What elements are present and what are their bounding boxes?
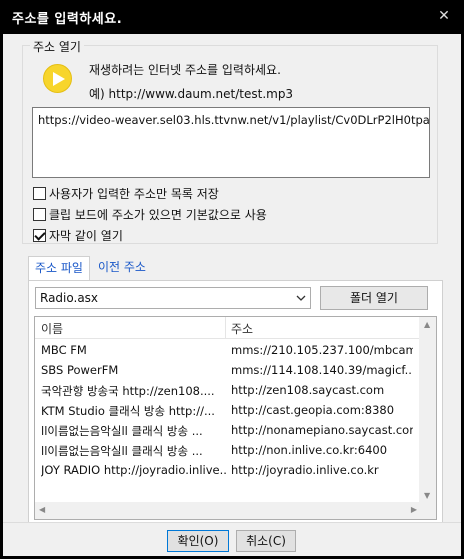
item-name: KTM Studio 클래식 방송 http://...: [41, 404, 215, 418]
item-address: http://nonamepiano.saycast.com: [231, 423, 413, 437]
item-name: SBS PowerFM: [41, 363, 119, 377]
scroll-down-icon[interactable]: ▼: [424, 491, 430, 500]
list-item[interactable]: 국악관향 방송국 http://zen108.... http://zen108…: [35, 380, 415, 400]
column-header-address[interactable]: 주소: [231, 320, 253, 337]
checkbox-label: 자막 같이 열기: [49, 228, 123, 243]
item-address: mms://114.108.140.39/magicf...: [231, 363, 413, 377]
vertical-scrollbar[interactable]: ▲ ▼: [419, 317, 436, 503]
list-header: 이름 주소: [35, 317, 436, 339]
cancel-button[interactable]: 취소(C): [236, 530, 296, 552]
tab-address-file[interactable]: 주소 파일: [28, 256, 90, 281]
scroll-right-icon[interactable]: ▶: [411, 505, 417, 514]
url-input-value: https://video-weaver.sel03.hls.ttvnw.net…: [38, 113, 430, 127]
item-name: ll이름없는음악실ll 클래식 방송 ...: [41, 424, 203, 438]
horizontal-scrollbar[interactable]: ◀ ▶: [35, 502, 421, 519]
list-item[interactable]: ll이름없는음악실ll 클래식 방송 ... http://non.inlive…: [35, 440, 415, 460]
list-item[interactable]: KTM Studio 클래식 방송 http://... http://cast…: [35, 400, 415, 420]
file-select-value: Radio.asx: [40, 291, 99, 305]
close-button[interactable]: ✕: [424, 0, 464, 34]
save-user-only-checkbox[interactable]: 사용자가 입력한 주소만 목록 저장: [33, 185, 219, 201]
chevron-down-icon[interactable]: [296, 292, 306, 307]
item-name: JOY RADIO http://joyradio.inlive...: [41, 463, 227, 477]
address-file-panel: Radio.asx 폴더 열기 이름 주소 MBC FM mms://210.1…: [28, 280, 443, 524]
item-name: 국악관향 방송국 http://zen108....: [41, 384, 215, 398]
file-select[interactable]: Radio.asx: [35, 287, 311, 309]
item-name: ll이름없는음악실ll 클래식 방송 ...: [41, 444, 203, 458]
example-text: 예) http://www.daum.net/test.mp3: [89, 87, 294, 101]
button-bar: 확인(O) 취소(C): [3, 522, 461, 556]
scroll-left-icon[interactable]: ◀: [39, 505, 45, 514]
checkbox-box[interactable]: [33, 207, 46, 221]
open-subtitles-checkbox[interactable]: 자막 같이 열기: [33, 227, 123, 243]
use-clipboard-checkbox[interactable]: 클립 보드에 주소가 있으면 기본값으로 사용: [33, 206, 267, 222]
checkbox-box[interactable]: [33, 186, 46, 200]
column-header-name[interactable]: 이름: [41, 320, 63, 337]
list-item[interactable]: SBS PowerFM mms://114.108.140.39/magicf.…: [35, 360, 415, 380]
window-title: 주소를 입력하세요.: [12, 12, 123, 27]
item-address: mms://210.105.237.100/mbcam: [231, 343, 413, 357]
title-bar: 주소를 입력하세요. ✕: [0, 0, 464, 34]
item-address: http://cast.geopia.com:8380: [231, 403, 395, 417]
item-address: http://non.inlive.co.kr:6400: [231, 443, 388, 457]
column-divider[interactable]: [225, 317, 226, 339]
list-item[interactable]: MBC FM mms://210.105.237.100/mbcam: [35, 340, 415, 360]
scroll-up-icon[interactable]: ▲: [424, 320, 430, 329]
open-folder-button[interactable]: 폴더 열기: [320, 286, 428, 310]
list-item[interactable]: JOY RADIO http://joyradio.inlive... http…: [35, 460, 415, 480]
ok-button[interactable]: 확인(O): [167, 530, 229, 552]
checkbox-box[interactable]: [33, 228, 46, 242]
list-item[interactable]: ll이름없는음악실ll 클래식 방송 ... http://nonamepian…: [35, 420, 415, 440]
scroll-corner: [419, 502, 436, 519]
instruction-text: 재생하려는 인터넷 주소를 입력하세요.: [89, 63, 281, 77]
group-title: 주소 열기: [30, 38, 84, 55]
play-icon: [43, 64, 72, 93]
dialog-body: 주소 열기 재생하려는 인터넷 주소를 입력하세요. 예) http://www…: [3, 34, 461, 556]
url-input[interactable]: https://video-weaver.sel03.hls.ttvnw.net…: [32, 107, 430, 178]
address-list[interactable]: 이름 주소 MBC FM mms://210.105.237.100/mbcam…: [34, 316, 437, 520]
item-address: http://joyradio.inlive.co.kr: [231, 463, 379, 477]
tab-previous-address[interactable]: 이전 주소: [92, 256, 152, 280]
checkbox-label: 클립 보드에 주소가 있으면 기본값으로 사용: [49, 207, 267, 222]
item-name: MBC FM: [41, 343, 87, 357]
item-address: http://zen108.saycast.com: [231, 383, 385, 397]
checkbox-label: 사용자가 입력한 주소만 목록 저장: [49, 186, 219, 201]
